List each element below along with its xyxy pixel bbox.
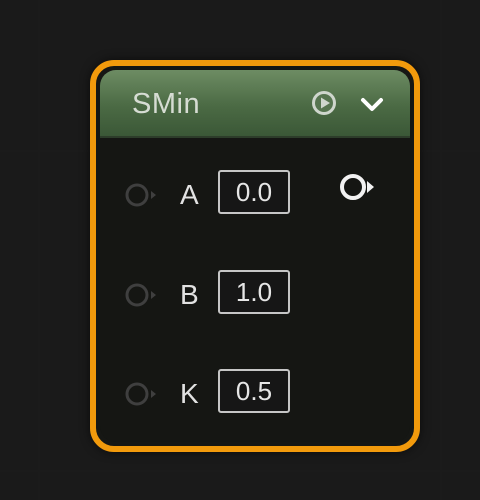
value-field-a[interactable]: 0.0 [218,170,290,214]
smin-node[interactable]: SMin A 0.0 B 1.0 K 0.5 [90,60,420,452]
node-title: SMin [132,88,201,120]
grid-line [440,0,442,500]
node-frame: SMin A 0.0 B 1.0 K 0.5 [100,70,410,442]
pin-label: A [180,179,199,210]
play-circle-icon[interactable] [311,90,337,116]
input-pin-a[interactable]: A 0.0 [124,170,324,220]
input-pin-icon[interactable] [124,282,160,308]
value-field-b[interactable]: 1.0 [218,270,290,314]
grid-line [0,470,480,472]
chevron-down-icon[interactable] [359,92,385,118]
input-pin-icon[interactable] [124,182,160,208]
input-pin-icon[interactable] [124,381,160,407]
pin-label: B [180,279,199,310]
node-body: A 0.0 B 1.0 K 0.5 [100,138,410,442]
value-field-k[interactable]: 0.5 [218,369,290,413]
input-pin-b[interactable]: B 1.0 [124,270,324,320]
node-header[interactable]: SMin [100,70,410,138]
output-pin-icon[interactable] [336,170,382,204]
grid-line [38,0,40,500]
input-pin-k[interactable]: K 0.5 [124,369,324,419]
pin-label: K [180,378,199,409]
